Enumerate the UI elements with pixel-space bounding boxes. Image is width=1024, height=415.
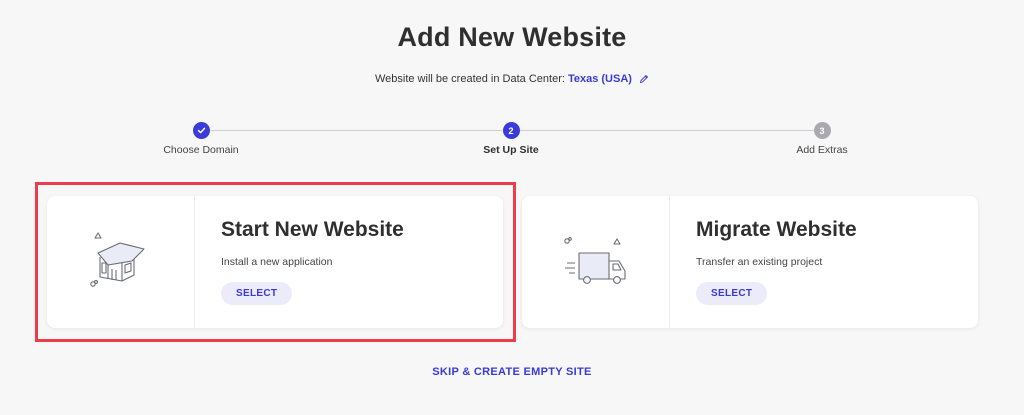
step-choose-domain[interactable]: Choose Domain [141, 120, 261, 156]
data-center-prefix: Website will be created in Data Center: [374, 73, 568, 85]
pencil-icon[interactable] [639, 74, 649, 87]
card-description: Transfer an existing project [696, 256, 823, 268]
add-new-website-page: Add New Website Website will be created … [0, 0, 1024, 415]
card-title: Migrate Website [696, 218, 857, 241]
step-set-up-site[interactable]: 2 Set Up Site [451, 120, 571, 156]
skip-create-empty-site-link[interactable]: SKIP & CREATE EMPTY SITE [0, 366, 1024, 378]
data-center-value: Texas (USA) [567, 73, 632, 85]
select-migrate-website-button[interactable]: SELECT [696, 282, 768, 305]
stepper: Choose Domain 2 Set Up Site 3 Add Extras [0, 120, 1024, 160]
data-center-info: Website will be created in Data Center: … [0, 73, 1024, 87]
step-number: 3 [813, 122, 831, 139]
step-label: Choose Domain [163, 144, 239, 156]
step-label: Set Up Site [483, 144, 539, 156]
truck-icon [522, 196, 670, 328]
highlight-frame [35, 182, 516, 342]
step-label: Add Extras [796, 144, 848, 156]
page-title: Add New Website [397, 22, 627, 52]
step-add-extras[interactable]: 3 Add Extras [762, 120, 882, 156]
step-number: 2 [502, 122, 520, 139]
checkmark-icon [192, 122, 210, 139]
migrate-website-card[interactable]: Migrate Website Transfer an existing pro… [522, 196, 978, 328]
